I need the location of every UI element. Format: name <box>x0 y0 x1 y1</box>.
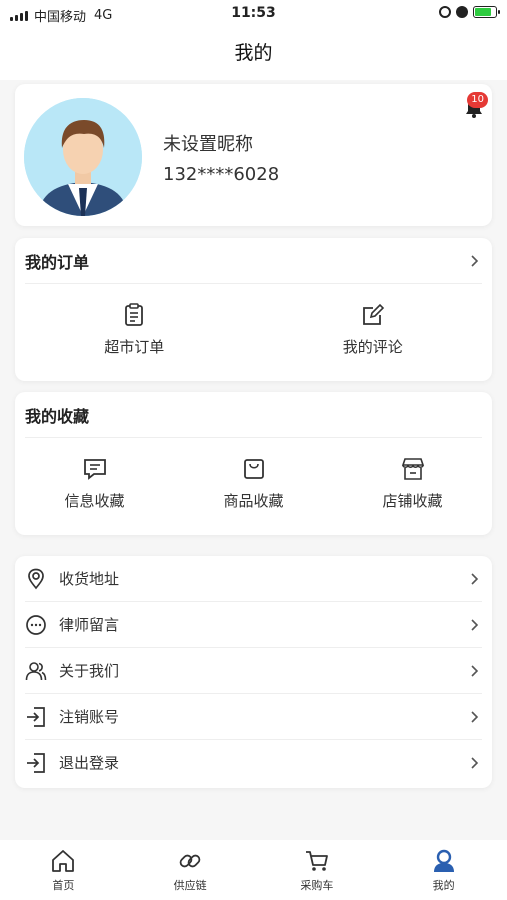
list-item-about-us[interactable]: 关于我们 <box>25 648 482 694</box>
chat-icon <box>26 615 46 635</box>
edit-icon <box>362 303 384 325</box>
tab-label: 采购车 <box>300 879 334 892</box>
tab-bar: 首页 供应链 采购车 我的 <box>0 840 507 900</box>
orders-title: 我的订单 <box>25 253 90 272</box>
avatar-image <box>24 98 142 216</box>
notification-button[interactable]: 10 <box>462 92 488 120</box>
chevron-right-icon <box>471 665 479 677</box>
tab-purchase-cart[interactable]: 采购车 <box>254 840 381 900</box>
my-comments-label: 我的评论 <box>342 338 403 356</box>
tab-supply-chain[interactable]: 供应链 <box>127 840 254 900</box>
exit-icon <box>27 753 45 773</box>
status-bar: 中国移动 4G 11:53 <box>0 0 507 28</box>
store-favorites-label: 店铺收藏 <box>382 492 443 510</box>
list-item-label: 律师留言 <box>59 616 120 634</box>
favorites-card: 我的收藏 信息收藏 商品收藏 店铺收藏 <box>15 392 492 535</box>
list-item-address[interactable]: 收货地址 <box>25 556 482 602</box>
page-header: 我的 <box>0 28 507 80</box>
favorites-header: 我的收藏 <box>25 392 482 438</box>
list-item-label: 关于我们 <box>59 662 120 680</box>
battery-icon <box>473 6 500 18</box>
logout-icon <box>27 707 45 727</box>
product-favorites-label: 商品收藏 <box>223 492 284 510</box>
supermarket-orders-label: 超市订单 <box>104 338 165 356</box>
list-item-lawyer-message[interactable]: 律师留言 <box>25 602 482 648</box>
chevron-right-icon <box>471 255 479 267</box>
page-title: 我的 <box>234 42 273 64</box>
nickname[interactable]: 未设置昵称 <box>163 130 253 156</box>
my-comments-button[interactable]: 我的评论 <box>254 302 493 357</box>
users-icon <box>25 662 47 681</box>
tab-label: 我的 <box>432 879 455 892</box>
tab-home[interactable]: 首页 <box>0 840 127 900</box>
location-icon <box>28 568 44 590</box>
home-icon <box>52 850 75 872</box>
orders-card: 我的订单 超市订单 我的评论 <box>15 238 492 381</box>
info-favorites-button[interactable]: 信息收藏 <box>15 456 174 511</box>
chevron-right-icon <box>471 619 479 631</box>
tab-label: 首页 <box>52 879 75 892</box>
phone-number: 132****6028 <box>163 164 280 185</box>
chevron-right-icon <box>471 757 479 769</box>
message-icon <box>83 459 106 480</box>
profile-card[interactable]: 未设置昵称 132****6028 10 <box>15 84 492 226</box>
settings-list: 收货地址 律师留言 关于我们 注销账号 退出登录 <box>15 556 492 788</box>
list-item-label: 退出登录 <box>59 754 120 772</box>
product-favorites-button[interactable]: 商品收藏 <box>174 456 333 511</box>
avatar[interactable] <box>24 98 142 216</box>
list-item-label: 注销账号 <box>59 708 120 726</box>
list-item-label: 收货地址 <box>59 570 120 588</box>
tab-label: 供应链 <box>173 879 207 892</box>
orientation-lock-icon <box>439 6 451 18</box>
tab-mine[interactable]: 我的 <box>380 840 507 900</box>
bag-icon <box>243 459 264 479</box>
chevron-right-icon <box>471 711 479 723</box>
list-item-delete-account[interactable]: 注销账号 <box>25 694 482 740</box>
favorites-title: 我的收藏 <box>25 407 90 426</box>
link-icon <box>179 854 201 868</box>
store-favorites-button[interactable]: 店铺收藏 <box>333 456 492 511</box>
notification-badge: 10 <box>467 92 488 108</box>
cart-icon <box>305 851 328 871</box>
clipboard-icon <box>125 303 144 326</box>
supermarket-orders-button[interactable]: 超市订单 <box>15 302 254 357</box>
alarm-icon <box>456 6 468 18</box>
orders-header[interactable]: 我的订单 <box>25 238 482 284</box>
status-time: 11:53 <box>231 5 276 21</box>
user-icon <box>433 849 454 872</box>
list-item-logout[interactable]: 退出登录 <box>25 740 482 786</box>
chevron-right-icon <box>471 573 479 585</box>
store-icon <box>401 458 424 480</box>
info-favorites-label: 信息收藏 <box>64 492 125 510</box>
